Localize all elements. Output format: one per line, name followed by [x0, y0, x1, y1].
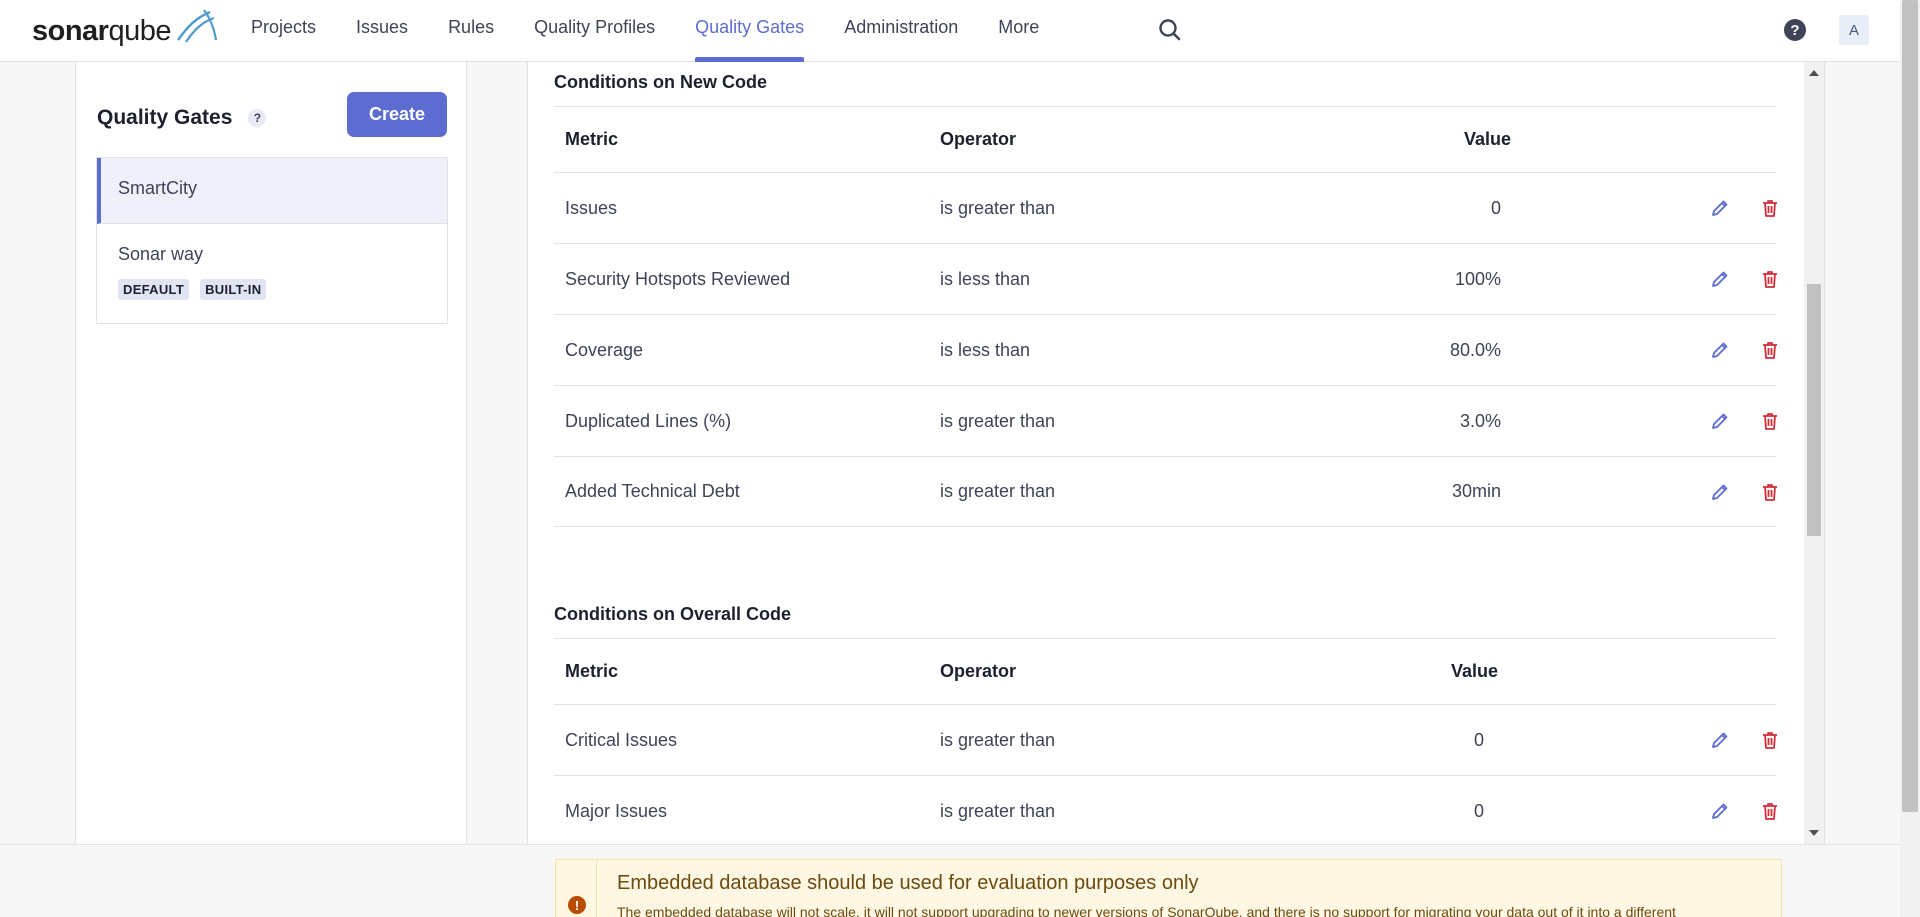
edit-icon[interactable] — [1709, 481, 1731, 503]
delete-icon[interactable] — [1759, 197, 1781, 219]
delete-icon[interactable] — [1759, 481, 1781, 503]
delete-icon[interactable] — [1759, 339, 1781, 361]
main-menu: Projects Issues Rules Quality Profiles Q… — [231, 0, 1059, 62]
table-row: Security Hotspots Reviewed is less than … — [554, 243, 1777, 314]
condition-operator: is less than — [940, 339, 1031, 360]
nav-issues[interactable]: Issues — [336, 0, 428, 62]
condition-metric: Critical Issues — [565, 729, 678, 750]
quality-gate-list: SmartCity Sonar way DEFAULT BUILT-IN — [96, 157, 448, 324]
overall-code-conditions-table: Metric Operator Value Critical Issues is… — [554, 638, 1777, 844]
scroll-down-icon[interactable] — [1809, 830, 1819, 836]
condition-operator: is greater than — [940, 729, 1056, 750]
header-operator: Operator — [940, 129, 1017, 149]
logo-text-sonar: sonar — [32, 15, 109, 47]
nav-more[interactable]: More — [978, 0, 1059, 62]
condition-operator: is less than — [940, 268, 1031, 289]
condition-value: 100% — [1454, 268, 1501, 289]
warning-icon: ! — [568, 896, 586, 914]
badge-built-in: BUILT-IN — [200, 279, 267, 300]
edit-icon[interactable] — [1709, 410, 1731, 432]
edit-icon[interactable] — [1709, 268, 1731, 290]
badge-default: DEFAULT — [118, 279, 190, 300]
scroll-up-icon[interactable] — [1809, 70, 1819, 76]
table-row: Added Technical Debt is greater than 30m… — [554, 456, 1777, 527]
edit-icon[interactable] — [1709, 197, 1731, 219]
delete-icon[interactable] — [1759, 800, 1781, 822]
header-metric: Metric — [565, 129, 619, 149]
help-icon[interactable]: ? — [1784, 19, 1806, 41]
table-row: Duplicated Lines (%) is greater than 3.0… — [554, 385, 1777, 456]
scrollbar-thumb[interactable] — [1807, 284, 1821, 536]
help-tooltip-icon[interactable]: ? — [248, 109, 267, 127]
nav-projects[interactable]: Projects — [231, 0, 336, 62]
gate-item-smartcity[interactable]: SmartCity — [97, 158, 447, 224]
condition-metric: Issues — [565, 197, 618, 218]
window-scrollbar[interactable] — [1900, 0, 1920, 917]
warning-icon-column: ! — [556, 860, 597, 917]
condition-operator: is greater than — [940, 800, 1056, 821]
table-row: Coverage is less than 80.0% — [554, 314, 1777, 385]
table-row: Issues is greater than 0 — [554, 172, 1777, 243]
window-scrollbar-thumb[interactable] — [1902, 0, 1918, 812]
quality-gates-sidebar: Quality Gates ? Create SmartCity Sonar w… — [75, 62, 467, 844]
quality-gate-details: Conditions on New Code Metric Operator V… — [527, 62, 1825, 844]
new-code-conditions-table: Metric Operator Value Issues is greater … — [554, 106, 1777, 527]
sidebar-title-text: Quality Gates — [97, 106, 233, 129]
table-row: Critical Issues is greater than 0 — [554, 704, 1777, 775]
table-row: Major Issues is greater than 0 — [554, 775, 1777, 844]
nav-quality-gates[interactable]: Quality Gates — [675, 0, 824, 62]
condition-operator: is greater than — [940, 481, 1056, 501]
condition-metric: Coverage — [565, 339, 644, 360]
condition-metric: Duplicated Lines (%) — [565, 410, 732, 431]
footer-area: ! Embedded database should be used for e… — [0, 844, 1900, 917]
avatar[interactable]: A — [1839, 15, 1869, 45]
condition-value: 0 — [1490, 197, 1501, 218]
gate-name: Sonar way — [118, 244, 204, 264]
logo-waves-icon — [177, 9, 218, 43]
top-navigation: sonar qube Projects Issues Rules Quality … — [0, 0, 1900, 62]
condition-value: 3.0% — [1459, 410, 1501, 431]
warning-text: The embedded database will not scale, it… — [617, 904, 1676, 917]
condition-operator: is greater than — [940, 197, 1056, 218]
search-icon[interactable] — [1157, 17, 1183, 43]
condition-metric: Major Issues — [565, 800, 668, 821]
edit-icon[interactable] — [1709, 800, 1731, 822]
delete-icon[interactable] — [1759, 410, 1781, 432]
condition-metric: Security Hotspots Reviewed — [565, 268, 791, 289]
section-title-overall-code: Conditions on Overall Code — [554, 604, 792, 624]
nav-administration[interactable]: Administration — [824, 0, 978, 62]
gate-name: SmartCity — [118, 178, 198, 198]
warning-title: Embedded database should be used for eva… — [617, 872, 1199, 894]
header-value: Value — [1463, 129, 1511, 149]
edit-icon[interactable] — [1709, 339, 1731, 361]
delete-icon[interactable] — [1759, 729, 1781, 751]
gate-item-sonar-way[interactable]: Sonar way DEFAULT BUILT-IN — [97, 224, 447, 323]
header-operator: Operator — [940, 661, 1017, 681]
condition-value: 0 — [1473, 800, 1484, 821]
gate-badges: DEFAULT BUILT-IN — [118, 279, 447, 300]
header-metric: Metric — [565, 661, 619, 681]
sonarqube-logo[interactable]: sonar qube — [32, 8, 218, 48]
condition-value: 80.0% — [1449, 339, 1501, 360]
condition-value: 0 — [1473, 729, 1484, 750]
condition-operator: is greater than — [940, 410, 1056, 431]
section-title-new-code: Conditions on New Code — [554, 72, 767, 92]
condition-metric: Added Technical Debt — [565, 481, 740, 501]
create-button[interactable]: Create — [347, 92, 447, 137]
header-value: Value — [1450, 661, 1498, 681]
content-scrollbar[interactable] — [1804, 62, 1824, 844]
nav-quality-profiles[interactable]: Quality Profiles — [514, 0, 675, 62]
delete-icon[interactable] — [1759, 268, 1781, 290]
embedded-database-warning: ! Embedded database should be used for e… — [555, 859, 1782, 917]
table-header: Metric Operator Value — [554, 106, 1776, 172]
sidebar-title: Quality Gates ? — [97, 106, 267, 130]
logo-text-qube: qube — [108, 15, 171, 47]
edit-icon[interactable] — [1709, 729, 1731, 751]
nav-rules[interactable]: Rules — [428, 0, 514, 62]
table-header: Metric Operator Value — [554, 638, 1776, 704]
condition-value: 30min — [1451, 481, 1501, 501]
